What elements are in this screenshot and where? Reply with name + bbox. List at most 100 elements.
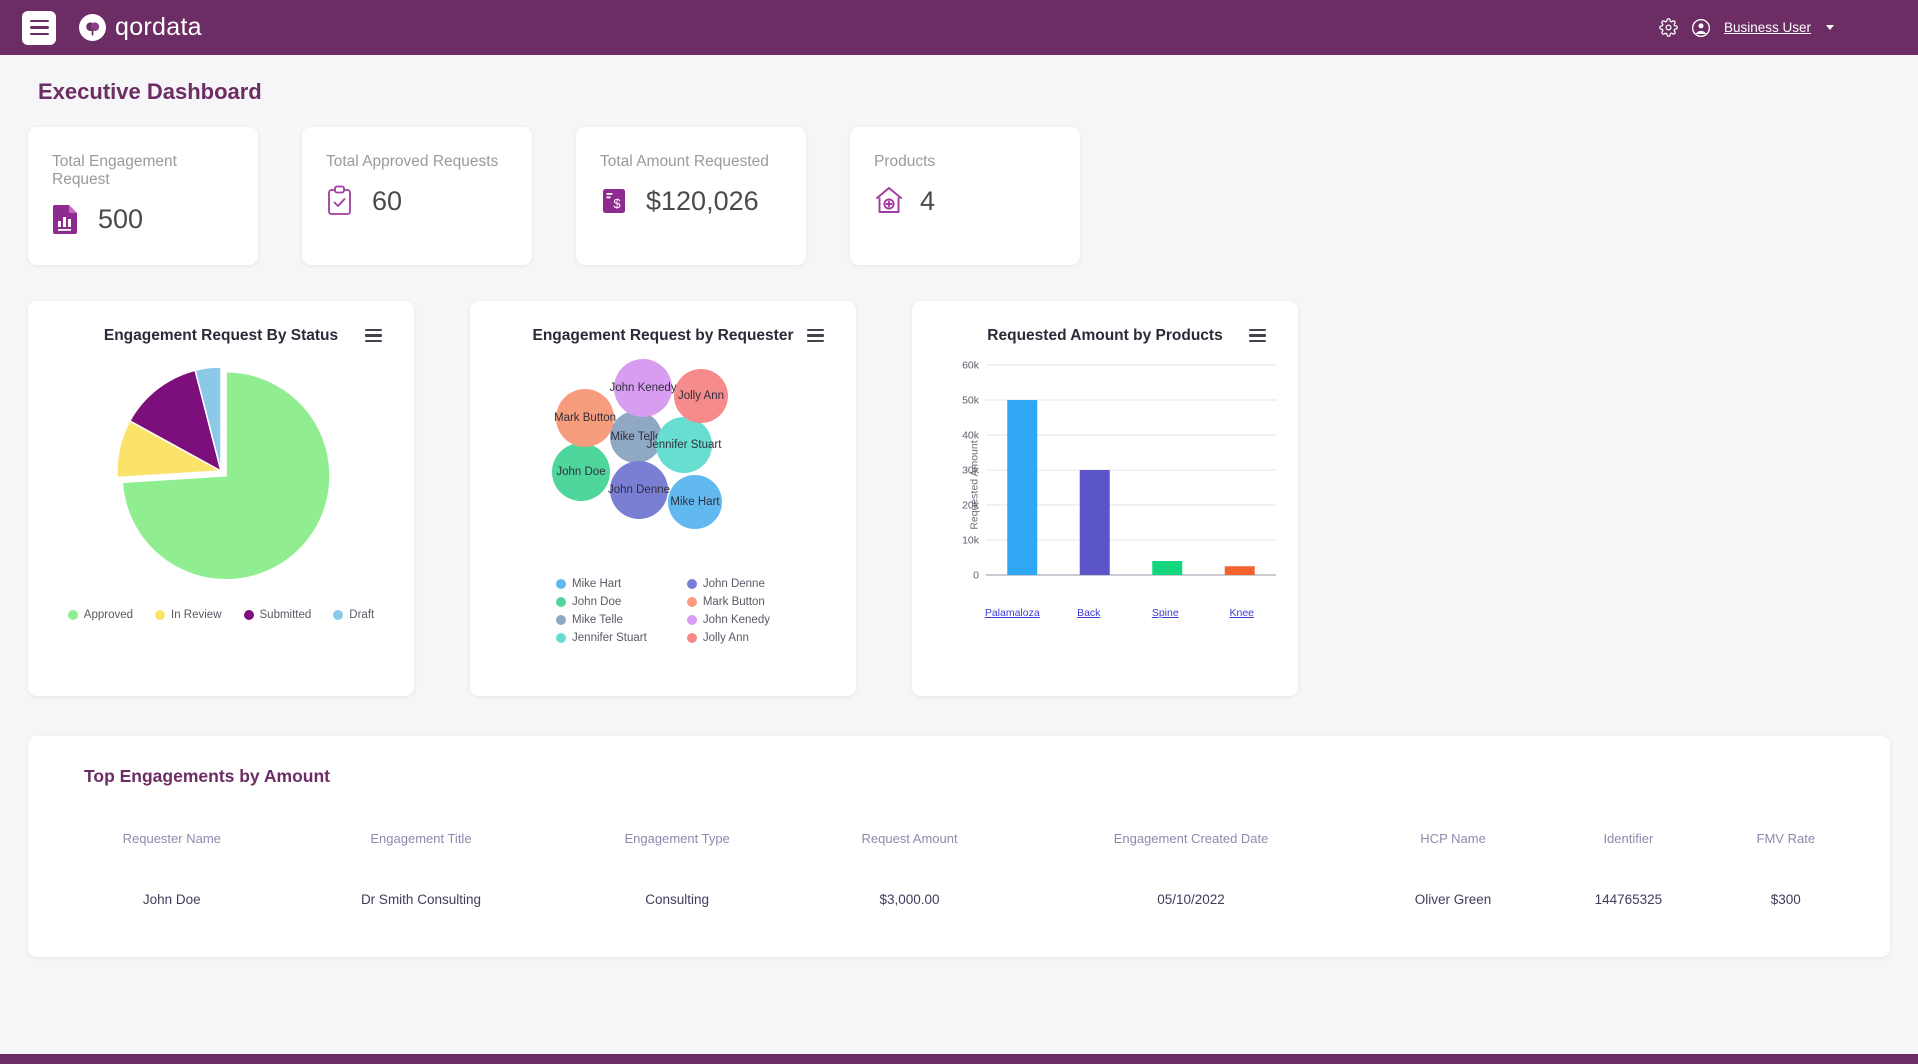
chart-card-engagement-by-status: Engagement Request By Status Approved In … [28, 301, 414, 696]
pie-legend-item[interactable]: Draft [333, 609, 374, 621]
kpi-card-row: Total Engagement Request 500 Total Appro… [28, 127, 1890, 265]
menu-line [807, 329, 824, 332]
table-cell: $3,000.00 [879, 892, 940, 907]
bubble-legend-item[interactable]: John Denne [686, 578, 770, 590]
bar-x-axis-labels: Palamaloza Back Spine Knee [974, 607, 1280, 619]
topbar-actions: Business User [1659, 18, 1896, 38]
pie-legend-label: In Review [171, 609, 222, 621]
user-menu[interactable]: Business User [1724, 20, 1811, 35]
chevron-down-icon[interactable] [1826, 25, 1834, 30]
menu-line [807, 334, 824, 337]
table-header-cell[interactable]: Engagement Type [556, 821, 798, 856]
bubble-legend-item[interactable]: Mike Telle [556, 614, 647, 626]
kpi-card-total-amount-requested[interactable]: Total Amount Requested $ $120,026 [576, 127, 806, 265]
bar-spine[interactable] [1152, 561, 1183, 575]
table-cell: Oliver Green [1414, 892, 1492, 907]
table-row[interactable]: John Doe Dr Smith Consulting Consulting $3,… [58, 856, 1860, 919]
gear-icon[interactable] [1659, 18, 1678, 37]
bubble-legend-item[interactable]: Mike Hart [556, 578, 647, 590]
table-header-cell[interactable]: Engagement Title [286, 821, 557, 856]
chart-card-engagement-by-requester: Engagement Request by Requester Mike Har… [470, 301, 856, 696]
table-header-row: Requester Name Engagement Title Engagement… [58, 821, 1860, 856]
legend-color-dot [556, 579, 567, 589]
bar-y-tick-label: 20k [962, 500, 980, 512]
kpi-value: 500 [98, 203, 144, 234]
hamburger-menu-icon[interactable] [365, 329, 382, 343]
hamburger-menu-icon[interactable] [1249, 329, 1266, 343]
table-header-cell[interactable]: Identifier [1545, 821, 1711, 856]
pie-legend-item[interactable]: Approved [67, 609, 134, 621]
bar-x-label-knee[interactable]: Knee [1204, 607, 1281, 619]
bubble-legend-label: Mike Telle [572, 614, 623, 626]
menu-line [807, 339, 824, 343]
pie-legend-label: Submitted [259, 609, 312, 621]
hamburger-icon-line [29, 26, 49, 29]
pie-legend: Approved In Review Submitted Draft [28, 609, 414, 621]
table-header-cell[interactable]: HCP Name [1361, 821, 1545, 856]
pie-legend-item[interactable]: In Review [155, 609, 222, 621]
bubble-legend-item[interactable]: John Kenedy [686, 614, 770, 626]
top-engagements-table-card: Top Engagements by Amount Requester Name… [28, 736, 1890, 957]
bar-x-label-palamaloza[interactable]: Palamaloza [974, 607, 1051, 619]
pie-legend-label: Approved [83, 609, 134, 621]
bubble-jennifer-stuart[interactable]: Jennifer Stuart [647, 417, 721, 473]
hamburger-icon-line [29, 19, 49, 23]
menu-line [1249, 339, 1266, 343]
bubble-mike-hart[interactable]: Mike Hart [668, 475, 722, 529]
kpi-label: Products [874, 153, 936, 170]
bar-x-label-spine[interactable]: Spine [1127, 607, 1204, 619]
pie-chart[interactable] [28, 353, 414, 601]
bubble-mike-telle[interactable]: Mike Telle [610, 411, 662, 463]
bar-y-tick-label: 60k [962, 360, 980, 372]
svg-text:$: $ [613, 196, 621, 211]
legend-color-dot [243, 610, 254, 620]
bubble-legend-label: John Denne [702, 578, 765, 590]
bubble-john-doe[interactable]: John Doe [552, 443, 610, 501]
bubble-legend-item[interactable]: Jennifer Stuart [556, 632, 647, 644]
money-bill-icon: $ [600, 185, 630, 217]
bar-palamaloza[interactable] [1007, 400, 1038, 575]
bar-y-tick-label: 0 [973, 570, 979, 582]
bubble-legend: Mike Hart John Doe Mike Telle Jennifer Stua… [470, 578, 856, 644]
bubble-legend-label: John Kenedy [702, 614, 770, 626]
bubble-john-kenedy[interactable]: John Kenedy [609, 359, 677, 417]
kpi-label: Total Engagement Request [52, 153, 177, 188]
table-header-cell[interactable]: Engagement Created Date [1021, 821, 1361, 856]
chart-title: Engagement Request By Status [103, 327, 339, 344]
menu-line [365, 339, 382, 343]
bubble-legend-item[interactable]: Mark Button [686, 596, 770, 608]
table-header-cell[interactable]: Requester Name [58, 821, 286, 856]
legend-color-dot [686, 579, 697, 589]
bubble-mark-button[interactable]: Mark Button [554, 389, 616, 447]
legend-color-dot [333, 610, 344, 620]
table-body: John Doe Dr Smith Consulting Consulting $3,… [58, 856, 1860, 919]
kpi-card-total-approved-requests[interactable]: Total Approved Requests 60 [302, 127, 532, 265]
bubble-legend-column: John Denne Mark Button John Kenedy Jolly An… [686, 578, 770, 644]
bar-y-tick-label: 50k [962, 395, 980, 407]
kpi-card-products[interactable]: Products 4 [850, 127, 1080, 265]
user-circle-icon[interactable] [1691, 18, 1711, 38]
bubble-jolly-ann[interactable]: Jolly Ann [674, 369, 728, 423]
kpi-value: 4 [920, 185, 936, 216]
sidebar-toggle-button[interactable] [22, 10, 56, 45]
bubble-legend-label: Mark Button [702, 596, 765, 608]
legend-color-dot [556, 615, 567, 625]
bubble-legend-item[interactable]: John Doe [556, 596, 647, 608]
top-navigation-bar: qordata Business User [0, 0, 1918, 55]
kpi-value: $120,026 [646, 185, 759, 216]
bar-chart[interactable]: Requested Amount 0 10k 20k 30k 40k 50k 60k Pal… [912, 349, 1298, 621]
brand-logo[interactable]: qordata [79, 13, 202, 42]
hamburger-menu-icon[interactable] [807, 329, 824, 343]
table-header-cell[interactable]: FMV Rate [1712, 821, 1860, 856]
table-cell: $300 [1770, 892, 1801, 907]
bar-back[interactable] [1079, 470, 1110, 575]
pie-legend-item[interactable]: Submitted [243, 609, 312, 621]
bar-x-label-back[interactable]: Back [1051, 607, 1128, 619]
table-header-cell[interactable]: Request Amount [798, 821, 1021, 856]
table-title: Top Engagements by Amount [84, 766, 330, 786]
bubble-john-denne[interactable]: John Denne [608, 461, 670, 519]
bubble-legend-item[interactable]: Jolly Ann [686, 632, 770, 644]
bubble-chart[interactable]: Mike Hart John Doe Mike Telle Jennifer Stua… [470, 349, 856, 564]
bar-knee[interactable] [1224, 566, 1255, 575]
kpi-card-total-engagement-request[interactable]: Total Engagement Request 500 [28, 127, 258, 265]
